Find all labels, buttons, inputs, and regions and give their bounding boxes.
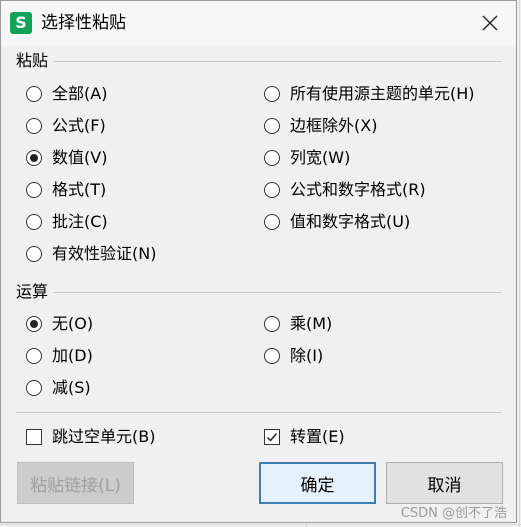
close-button[interactable] bbox=[472, 7, 508, 39]
radio-multiply[interactable] bbox=[264, 316, 280, 332]
cancel-button[interactable]: 取消 bbox=[386, 462, 503, 504]
skip-blanks-checkbox[interactable] bbox=[26, 429, 42, 445]
paste-option-label: 所有使用源主题的单元(H) bbox=[290, 84, 475, 103]
operation-option-label: 无(O) bbox=[52, 314, 94, 333]
paste-option-label: 数值(V) bbox=[52, 148, 108, 167]
paste-option-formulas-number-formats[interactable]: 公式和数字格式(R) bbox=[264, 178, 426, 202]
operation-option-add[interactable]: 加(D) bbox=[26, 344, 93, 368]
paste-option-label: 列宽(W) bbox=[290, 148, 351, 167]
paste-section-title: 粘贴 bbox=[16, 51, 49, 70]
paste-option-label: 全部(A) bbox=[52, 84, 108, 103]
paste-section-divider bbox=[53, 61, 502, 62]
radio-add[interactable] bbox=[26, 348, 42, 364]
operation-section-divider bbox=[53, 292, 502, 293]
radio-column-widths[interactable] bbox=[264, 150, 280, 166]
radio-validation[interactable] bbox=[26, 246, 42, 262]
watermark: CSDN @创不了浩 bbox=[400, 506, 507, 521]
operation-option-none[interactable]: 无(O) bbox=[26, 312, 93, 336]
radio-none[interactable] bbox=[26, 316, 42, 332]
radio-except-borders[interactable] bbox=[264, 118, 280, 134]
paste-option-validation[interactable]: 有效性验证(N) bbox=[26, 242, 156, 266]
transpose-label: 转置(E) bbox=[290, 427, 345, 446]
radio-subtract[interactable] bbox=[26, 380, 42, 396]
operation-option-subtract[interactable]: 减(S) bbox=[26, 376, 91, 400]
checkbox-divider bbox=[16, 412, 502, 413]
paste-option-comments[interactable]: 批注(C) bbox=[26, 210, 108, 234]
operation-option-label: 加(D) bbox=[52, 346, 93, 365]
paste-option-except-borders[interactable]: 边框除外(X) bbox=[264, 114, 377, 138]
radio-values[interactable] bbox=[26, 150, 42, 166]
paste-option-label: 格式(T) bbox=[52, 180, 107, 199]
radio-comments[interactable] bbox=[26, 214, 42, 230]
radio-formulas[interactable] bbox=[26, 118, 42, 134]
paste-option-label: 公式(F) bbox=[52, 116, 106, 135]
paste-option-column-widths[interactable]: 列宽(W) bbox=[264, 146, 350, 170]
operation-option-divide[interactable]: 除(I) bbox=[264, 344, 323, 368]
paste-option-formulas[interactable]: 公式(F) bbox=[26, 114, 106, 138]
paste-option-label: 有效性验证(N) bbox=[52, 244, 157, 263]
spreadsheet-app-icon: S bbox=[10, 12, 32, 34]
operation-option-label: 乘(M) bbox=[290, 314, 333, 333]
paste-option-values[interactable]: 数值(V) bbox=[26, 146, 107, 170]
transpose-checkbox[interactable] bbox=[264, 429, 280, 445]
paste-option-label: 公式和数字格式(R) bbox=[290, 180, 426, 199]
transpose-option[interactable]: 转置(E) bbox=[264, 425, 345, 449]
paste-option-all[interactable]: 全部(A) bbox=[26, 82, 107, 106]
operation-section-title: 运算 bbox=[16, 282, 49, 301]
skip-blanks-option[interactable]: 跳过空单元(B) bbox=[26, 425, 155, 449]
title-bar: S 选择性粘贴 bbox=[1, 1, 516, 45]
radio-values-number-formats[interactable] bbox=[264, 214, 280, 230]
ok-button[interactable]: 确定 bbox=[259, 462, 376, 504]
operation-option-multiply[interactable]: 乘(M) bbox=[264, 312, 332, 336]
skip-blanks-label: 跳过空单元(B) bbox=[52, 427, 156, 446]
paste-option-label: 批注(C) bbox=[52, 212, 108, 231]
close-icon bbox=[482, 15, 498, 31]
paste-special-dialog: S 选择性粘贴 粘贴 全部(A) 公式(F) 数值(V) 格式(T) 批注(C)… bbox=[0, 0, 517, 523]
paste-option-formats[interactable]: 格式(T) bbox=[26, 178, 106, 202]
radio-source-theme[interactable] bbox=[264, 86, 280, 102]
radio-formats[interactable] bbox=[26, 182, 42, 198]
radio-divide[interactable] bbox=[264, 348, 280, 364]
dialog-title: 选择性粘贴 bbox=[41, 13, 126, 33]
paste-option-values-number-formats[interactable]: 值和数字格式(U) bbox=[264, 210, 410, 234]
operation-option-label: 除(I) bbox=[290, 346, 324, 365]
operation-option-label: 减(S) bbox=[52, 378, 91, 397]
paste-option-label: 边框除外(X) bbox=[290, 116, 378, 135]
checkmark-icon bbox=[266, 433, 278, 442]
radio-all[interactable] bbox=[26, 86, 42, 102]
paste-option-label: 值和数字格式(U) bbox=[290, 212, 411, 231]
paste-link-button[interactable]: 粘贴链接(L) bbox=[17, 462, 134, 504]
radio-formulas-number-formats[interactable] bbox=[264, 182, 280, 198]
paste-option-source-theme[interactable]: 所有使用源主题的单元(H) bbox=[264, 82, 475, 106]
